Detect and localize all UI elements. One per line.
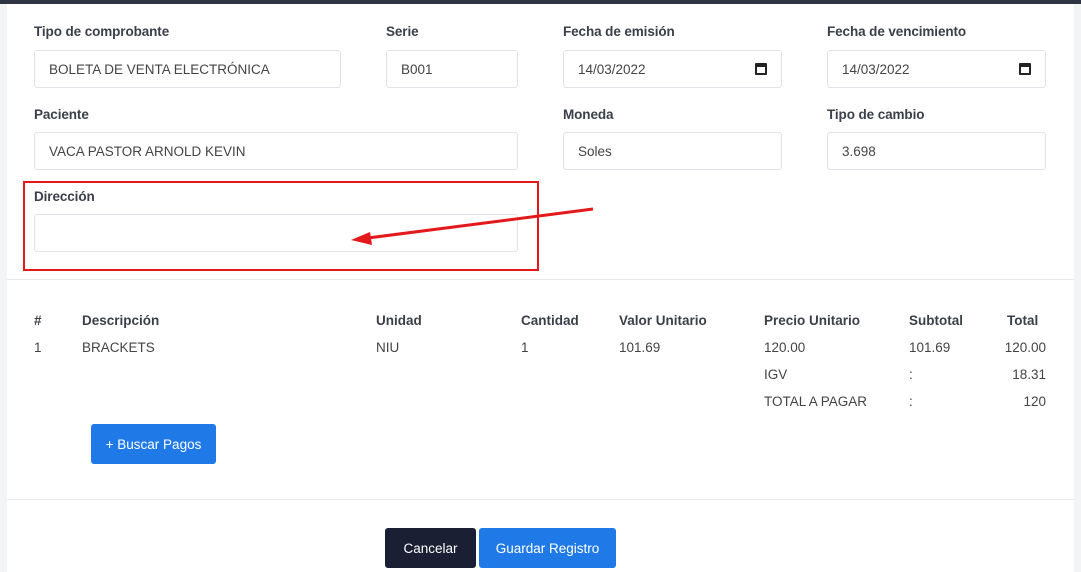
igv-label: IGV [764, 367, 788, 382]
col-header-subtotal: Subtotal [909, 313, 963, 328]
total-pagar-label: TOTAL A PAGAR [764, 394, 868, 409]
col-header-precio-unitario: Precio Unitario [764, 313, 861, 328]
col-header-total: Total [1007, 313, 1039, 328]
cancel-button[interactable]: Cancelar [385, 528, 476, 568]
col-header-num: # [34, 313, 42, 328]
section-divider [7, 279, 1074, 280]
col-header-valor-unitario: Valor Unitario [619, 313, 707, 328]
row-cantidad: 1 [521, 340, 529, 355]
row-unidad: NIU [376, 340, 400, 355]
igv-value: 18.31 [1012, 367, 1046, 382]
buscar-pagos-button[interactable]: + Buscar Pagos [91, 424, 216, 464]
row-total: 120.00 [1004, 340, 1046, 355]
col-header-descripcion: Descripción [82, 313, 160, 328]
col-header-unidad: Unidad [376, 313, 422, 328]
total-pagar-value: 120 [1023, 394, 1046, 409]
footer-divider [7, 499, 1074, 500]
save-button[interactable]: Guardar Registro [479, 528, 616, 568]
row-descripcion: BRACKETS [82, 340, 155, 355]
row-num: 1 [34, 340, 42, 355]
annotation-arrow-icon [351, 207, 594, 245]
col-header-cantidad: Cantidad [521, 313, 579, 328]
igv-separator: : [909, 367, 913, 382]
row-valor-unitario: 101.69 [619, 340, 661, 355]
total-pagar-separator: : [909, 394, 913, 409]
row-precio-unitario: 120.00 [764, 340, 806, 355]
row-subtotal: 101.69 [909, 340, 951, 355]
